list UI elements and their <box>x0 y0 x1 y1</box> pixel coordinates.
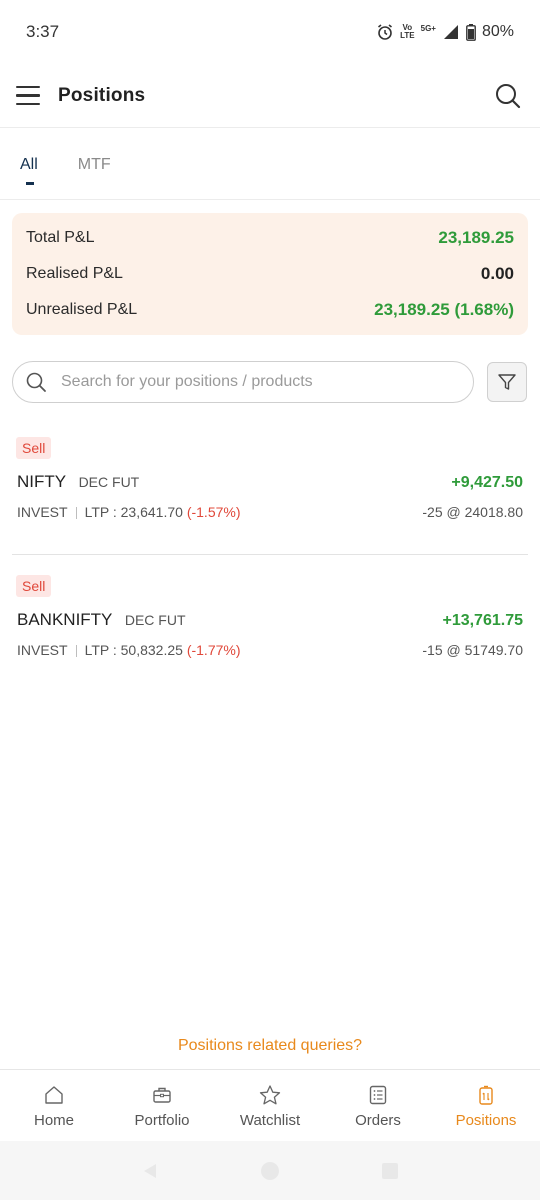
position-pnl: +9,427.50 <box>451 474 523 491</box>
hamburger-menu-icon[interactable] <box>16 85 40 106</box>
position-qty-price: -25 @ 24018.80 <box>422 504 523 520</box>
back-icon[interactable] <box>141 1162 159 1180</box>
position-ltp: LTP : 50,832.25 <box>84 642 183 658</box>
search-icon[interactable] <box>494 82 522 110</box>
separator <box>75 645 77 658</box>
total-pnl-value: 23,189.25 <box>438 228 514 247</box>
filter-icon <box>498 374 516 390</box>
total-pnl-label: Total P&L <box>26 229 95 246</box>
status-bar: 3:37 Vo LTE 5G+ 80% <box>0 0 540 64</box>
search-box[interactable] <box>12 361 474 403</box>
position-product: INVEST <box>17 642 68 658</box>
total-pnl-row: Total P&L 23,189.25 <box>26 220 514 256</box>
realised-pnl-value: 0.00 <box>480 264 514 283</box>
orders-list-icon <box>369 1085 387 1105</box>
home-circle-icon[interactable] <box>260 1161 280 1181</box>
nav-home[interactable]: Home <box>0 1070 108 1141</box>
alarm-icon <box>378 24 393 40</box>
app-header: Positions <box>0 64 540 128</box>
briefcase-icon <box>153 1087 171 1103</box>
position-symbol: NIFTY <box>17 472 67 491</box>
position-contract: DEC FUT <box>78 474 140 490</box>
system-navigation-bar <box>0 1141 540 1200</box>
recents-icon[interactable] <box>381 1162 399 1180</box>
status-time: 3:37 <box>26 22 60 41</box>
position-change: (-1.57%) <box>186 504 241 520</box>
nav-watchlist[interactable]: Watchlist <box>216 1070 324 1141</box>
position-row[interactable]: Sell BANKNIFTY DEC FUT +13,761.75 INVEST… <box>12 575 528 675</box>
tab-mtf[interactable]: MTF <box>78 154 111 174</box>
home-icon <box>45 1086 63 1104</box>
nav-home-label: Home <box>33 1112 74 1129</box>
position-row[interactable]: Sell NIFTY DEC FUT +9,427.50 INVEST LTP :… <box>12 437 528 555</box>
5g-indicator: 5G+ <box>420 24 436 33</box>
position-detail-line: INVEST LTP : 23,641.70 (-1.57%) -25 @ 240… <box>12 504 528 520</box>
position-ltp: LTP : 23,641.70 <box>84 504 183 520</box>
positions-icon <box>479 1085 493 1105</box>
position-change: (-1.77%) <box>186 642 241 658</box>
position-main-line: NIFTY DEC FUT +9,427.50 <box>12 472 528 492</box>
search-positions-input[interactable] <box>61 373 451 391</box>
position-tabs: All MTF <box>0 129 540 200</box>
signal-icon <box>443 25 458 39</box>
positions-queries-link[interactable]: Positions related queries? <box>0 1037 540 1055</box>
unrealised-pnl-row: Unrealised P&L 23,189.25 (1.68%) <box>26 292 514 328</box>
nav-watchlist-label: Watchlist <box>239 1112 301 1129</box>
nav-positions[interactable]: Positions <box>432 1070 540 1141</box>
volte-indicator: Vo LTE <box>400 23 415 40</box>
position-main-line: BANKNIFTY DEC FUT +13,761.75 <box>12 610 528 630</box>
search-row <box>12 361 528 403</box>
search-icon <box>26 372 46 392</box>
position-product: INVEST <box>17 504 68 520</box>
pnl-summary-card: Total P&L 23,189.25 Realised P&L 0.00 Un… <box>12 213 528 335</box>
battery-icon <box>466 23 476 41</box>
position-detail-line: INVEST LTP : 50,832.25 (-1.77%) -15 @ 517… <box>12 642 528 658</box>
bottom-navigation: Home Portfolio Watchlist Orders Position… <box>0 1069 540 1141</box>
realised-pnl-label: Realised P&L <box>26 265 123 282</box>
nav-portfolio-label: Portfolio <box>134 1112 190 1129</box>
filter-button[interactable] <box>487 362 527 402</box>
position-contract: DEC FUT <box>124 612 186 628</box>
separator <box>75 507 77 520</box>
nav-orders[interactable]: Orders <box>324 1070 432 1141</box>
side-badge: Sell <box>16 437 52 459</box>
side-badge: Sell <box>16 575 52 597</box>
position-qty-price: -15 @ 51749.70 <box>422 642 523 658</box>
battery-level: 80% <box>481 23 514 40</box>
nav-positions-label: Positions <box>455 1112 517 1129</box>
position-symbol: BANKNIFTY <box>17 610 113 629</box>
page-title: Positions <box>58 84 146 106</box>
tab-all[interactable]: All <box>20 154 38 185</box>
nav-portfolio[interactable]: Portfolio <box>108 1070 216 1141</box>
realised-pnl-row: Realised P&L 0.00 <box>26 256 514 292</box>
unrealised-pnl-value: 23,189.25 (1.68%) <box>374 300 514 319</box>
position-pnl: +13,761.75 <box>442 612 523 629</box>
star-icon <box>259 1085 281 1105</box>
nav-orders-label: Orders <box>355 1112 401 1129</box>
unrealised-pnl-label: Unrealised P&L <box>26 301 138 318</box>
status-icons: Vo LTE 5G+ 80% <box>376 23 514 41</box>
